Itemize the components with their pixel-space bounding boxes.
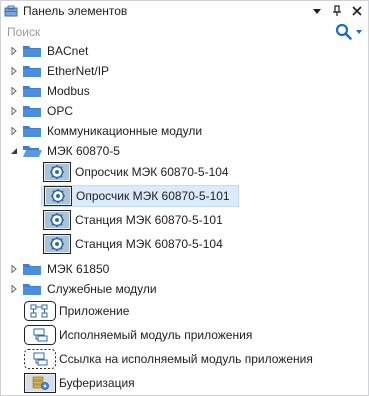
- tree-item-application[interactable]: Приложение: [24, 300, 129, 322]
- expand-arrow-icon[interactable]: [9, 86, 19, 96]
- tree-item-executable-module[interactable]: Исполняемый модуль приложения: [24, 324, 252, 346]
- gear-module-icon: [44, 186, 72, 206]
- search-input[interactable]: [1, 23, 321, 41]
- folder-icon: [21, 103, 43, 119]
- tree-item-label: Станция МЭК 60870-5-104: [75, 237, 223, 251]
- folder-icon: [21, 261, 43, 277]
- tree-group-modbus[interactable]: Modbus: [9, 81, 90, 101]
- tree-group-service-modules[interactable]: Служебные модули: [9, 279, 157, 299]
- tree-item-executable-module-link[interactable]: Ссылка на исполняемый модуль приложения: [24, 348, 313, 370]
- tree-group-communication-modules[interactable]: Коммуникационные модули: [9, 121, 202, 141]
- folder-icon: [21, 281, 43, 297]
- buffering-icon: [24, 373, 56, 393]
- collapse-arrow-icon[interactable]: [9, 146, 19, 156]
- toolbox-icon: [3, 3, 19, 19]
- expand-arrow-icon[interactable]: [9, 106, 19, 116]
- folder-icon: [21, 83, 43, 99]
- gear-module-icon: [43, 162, 71, 182]
- application-icon: [24, 301, 56, 321]
- tree-item-iec-station-101[interactable]: Станция МЭК 60870-5-101: [41, 209, 223, 231]
- tree-item-buffering[interactable]: Буферизация: [24, 372, 135, 394]
- panel-titlebar: Панель элементов: [1, 1, 368, 21]
- tree-group-iec-61850[interactable]: МЭК 61850: [9, 259, 109, 279]
- expand-arrow-icon[interactable]: [9, 46, 19, 56]
- tree-item-label: Приложение: [59, 304, 130, 318]
- close-icon[interactable]: [348, 2, 366, 20]
- search-bar: [1, 22, 368, 42]
- search-icon: [335, 23, 352, 40]
- tree-group-label: EtherNet/IP: [47, 64, 110, 78]
- tree-item-iec-master-101[interactable]: Опросчик МЭК 60870-5-101: [41, 185, 239, 207]
- tree-item-label: Ссылка на исполняемый модуль приложения: [59, 352, 313, 366]
- tree-group-bacnet[interactable]: BACnet: [9, 41, 88, 61]
- expand-arrow-icon[interactable]: [9, 264, 19, 274]
- tree-item-label: Буферизация: [59, 376, 135, 390]
- tree-item-iec-station-104[interactable]: Станция МЭК 60870-5-104: [41, 233, 223, 255]
- tree-item-label: Опросчик МЭК 60870-5-101: [76, 189, 230, 203]
- tree-group-label: МЭК 60870-5: [47, 144, 120, 158]
- gear-module-icon: [43, 210, 71, 230]
- executable-module-icon: [24, 325, 56, 345]
- tree-group-opc[interactable]: OPC: [9, 101, 73, 121]
- expand-arrow-icon[interactable]: [9, 126, 19, 136]
- tree-item-label: Опросчик МЭК 60870-5-104: [75, 165, 229, 179]
- tree-group-label: BACnet: [47, 44, 89, 58]
- tree-item-label: Исполняемый модуль приложения: [59, 328, 253, 342]
- tree-group-label: МЭК 61850: [47, 262, 110, 276]
- folder-icon: [21, 123, 43, 139]
- search-button[interactable]: [335, 23, 365, 41]
- search-options-arrow-icon: [356, 30, 362, 34]
- expand-arrow-icon[interactable]: [9, 66, 19, 76]
- tree-item-label: Станция МЭК 60870-5-101: [75, 213, 223, 227]
- toolbox-panel: Панель элементов Поиск BACnet EtherNet/I…: [0, 0, 369, 396]
- gear-module-icon: [43, 234, 71, 254]
- folder-icon: [21, 43, 43, 59]
- tree-item-iec-master-104[interactable]: Опросчик МЭК 60870-5-104: [41, 161, 229, 183]
- expand-arrow-icon[interactable]: [9, 284, 19, 294]
- dropdown-arrow-icon[interactable]: [308, 2, 326, 20]
- pin-icon[interactable]: [328, 2, 346, 20]
- executable-module-link-icon: [24, 349, 56, 369]
- tree-group-label: Служебные модули: [47, 282, 157, 296]
- panel-title: Панель элементов: [23, 4, 128, 18]
- tree-group-label: Коммуникационные модули: [47, 124, 203, 138]
- tree-group-label: OPC: [47, 104, 74, 118]
- open-folder-icon: [21, 143, 43, 159]
- folder-icon: [21, 63, 43, 79]
- tree-group-label: Modbus: [47, 84, 90, 98]
- tree-group-iec-60870-5[interactable]: МЭК 60870-5: [9, 141, 120, 161]
- tree-group-ethernet-ip[interactable]: EtherNet/IP: [9, 61, 109, 81]
